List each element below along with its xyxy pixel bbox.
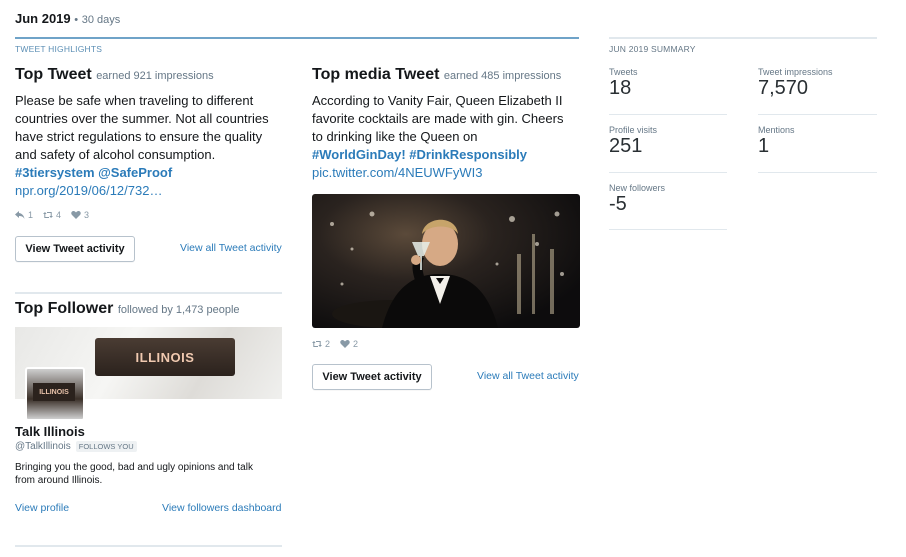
top-tweet-heading: Top Tweet earned 921 impressions [15,66,214,84]
summary-item-label: Tweets [609,67,638,77]
tweet-text-line: According to Vanity Fair, Queen Elizabet… [312,93,563,108]
summary-item-value: -5 [609,193,627,215]
tweet-text-line: to drinking like the Queen on [312,129,478,144]
top-follower-count: followed by 1,473 people [117,304,240,316]
bottom-divider [15,545,282,547]
summary-row-divider [609,229,727,230]
retweet-stat[interactable]: 2 [312,339,330,349]
retweet-stat[interactable]: 4 [43,210,61,220]
tweet-hashtags[interactable]: #WorldGinDay! #DrinkResponsibly [312,146,584,164]
avatar[interactable]: ILLINOIS [25,367,85,421]
tweet-text-line: and safety of alcohol consumption. [15,147,216,162]
tweet-highlights-label: TWEET HIGHLIGHTS [15,44,103,54]
bio-line: from around Illinois. [15,475,103,486]
period-label: 30 days [81,14,121,26]
like-stat[interactable]: 3 [71,210,89,220]
summary-item-label: New followers [609,183,666,193]
tweet-media-link[interactable]: pic.twitter.com/4NEUWFyWI3 [312,164,584,182]
follower-name[interactable]: Talk Illinois [15,424,85,439]
tweet-text-line: Please be safe when traveling to differe… [15,93,254,108]
reply-count: 1 [28,210,34,220]
like-count: 3 [84,210,90,220]
view-profile-link[interactable]: View profile [15,502,69,514]
retweet-count: 4 [56,210,62,220]
summary-item-value: 251 [609,135,643,157]
retweet-icon [312,341,322,347]
summary-profile-visits: Profile visits 251 [609,125,657,158]
top-follower-heading: Top Follower followed by 1,473 people [15,300,240,318]
summary-tweets: Tweets 18 [609,67,638,100]
top-follower-title: Top Follower [15,300,114,317]
top-media-tweet-text: According to Vanity Fair, Queen Elizabet… [312,92,584,182]
top-tweet-text: Please be safe when traveling to differe… [15,92,285,200]
top-tweet-title: Top Tweet [15,66,92,83]
summary-row-divider [758,114,877,115]
top-media-tweet-stats: 2 2 [312,339,358,349]
top-media-tweet-heading: Top media Tweet earned 485 impressions [312,66,561,84]
like-stat[interactable]: 2 [340,339,358,349]
summary-row-divider [758,172,877,173]
retweet-count: 2 [325,339,331,349]
summary-item-value: 1 [758,135,770,157]
follower-handle-row: @TalkIllinois FOLLOWS YOU [15,441,137,452]
summary-item-label: Tweet impressions [758,67,833,77]
retweet-icon [43,212,54,218]
like-count: 2 [353,339,359,349]
follows-you-badge: FOLLOWS YOU [75,441,137,452]
summary-new-followers: New followers -5 [609,183,665,216]
top-tweet-stats: 1 4 3 [15,210,89,220]
summary-item-value: 7,570 [758,77,809,99]
summary-row-divider [609,172,727,173]
top-media-tweet-impressions: earned 485 impressions [443,70,562,82]
view-followers-dashboard-link[interactable]: View followers dashboard [162,502,281,514]
summary-item-label: Profile visits [609,125,658,135]
summary-label: JUN 2019 SUMMARY [609,44,696,54]
follower-bio: Bringing you the good, bad and ugly opin… [15,461,285,487]
view-all-tweet-activity-link[interactable]: View all Tweet activity [180,242,282,254]
avatar-sign: ILLINOIS [33,383,75,401]
follower-divider [15,292,282,294]
tweet-text-line: countries over the summer. Not all count… [15,111,269,126]
top-tweet-impressions: earned 921 impressions [96,70,214,82]
summary-mentions: Mentions 1 [758,125,795,158]
tweet-url-link[interactable]: npr.org/2019/06/12/732… [15,182,285,200]
month-label: Jun 2019 [15,11,71,26]
tweet-text-line: favorite cocktails are made with gin. Ch… [312,111,564,126]
tweet-text-line: have strict regulations to ensure the qu… [15,129,263,144]
tweet-hashtags[interactable]: #3tiersystem @SafeProof [15,164,285,182]
view-tweet-activity-button[interactable]: View Tweet activity [15,236,135,262]
highlights-divider [15,37,579,39]
summary-item-label: Mentions [758,125,795,135]
bio-line: Bringing you the good, bad and ugly opin… [15,462,253,473]
view-all-media-tweet-activity-link[interactable]: View all Tweet activity [477,370,579,382]
reply-icon [15,211,25,219]
heart-icon [71,211,81,219]
banner-sign: ILLINOIS [95,338,235,376]
page-title: Jun 2019 • 30 days [15,11,120,26]
summary-row-divider [609,114,727,115]
summary-item-value: 18 [609,77,632,99]
media-photo-illustration [330,211,564,328]
top-media-tweet-title: Top media Tweet [312,66,440,83]
summary-divider [609,37,877,39]
view-media-tweet-activity-button[interactable]: View Tweet activity [312,364,432,390]
summary-impressions: Tweet impressions 7,570 [758,67,833,100]
tweet-media-image[interactable] [312,194,580,328]
reply-stat[interactable]: 1 [15,210,33,220]
period-separator: • [74,14,79,26]
heart-icon [340,340,350,348]
follower-handle: @TalkIllinois [15,441,71,452]
